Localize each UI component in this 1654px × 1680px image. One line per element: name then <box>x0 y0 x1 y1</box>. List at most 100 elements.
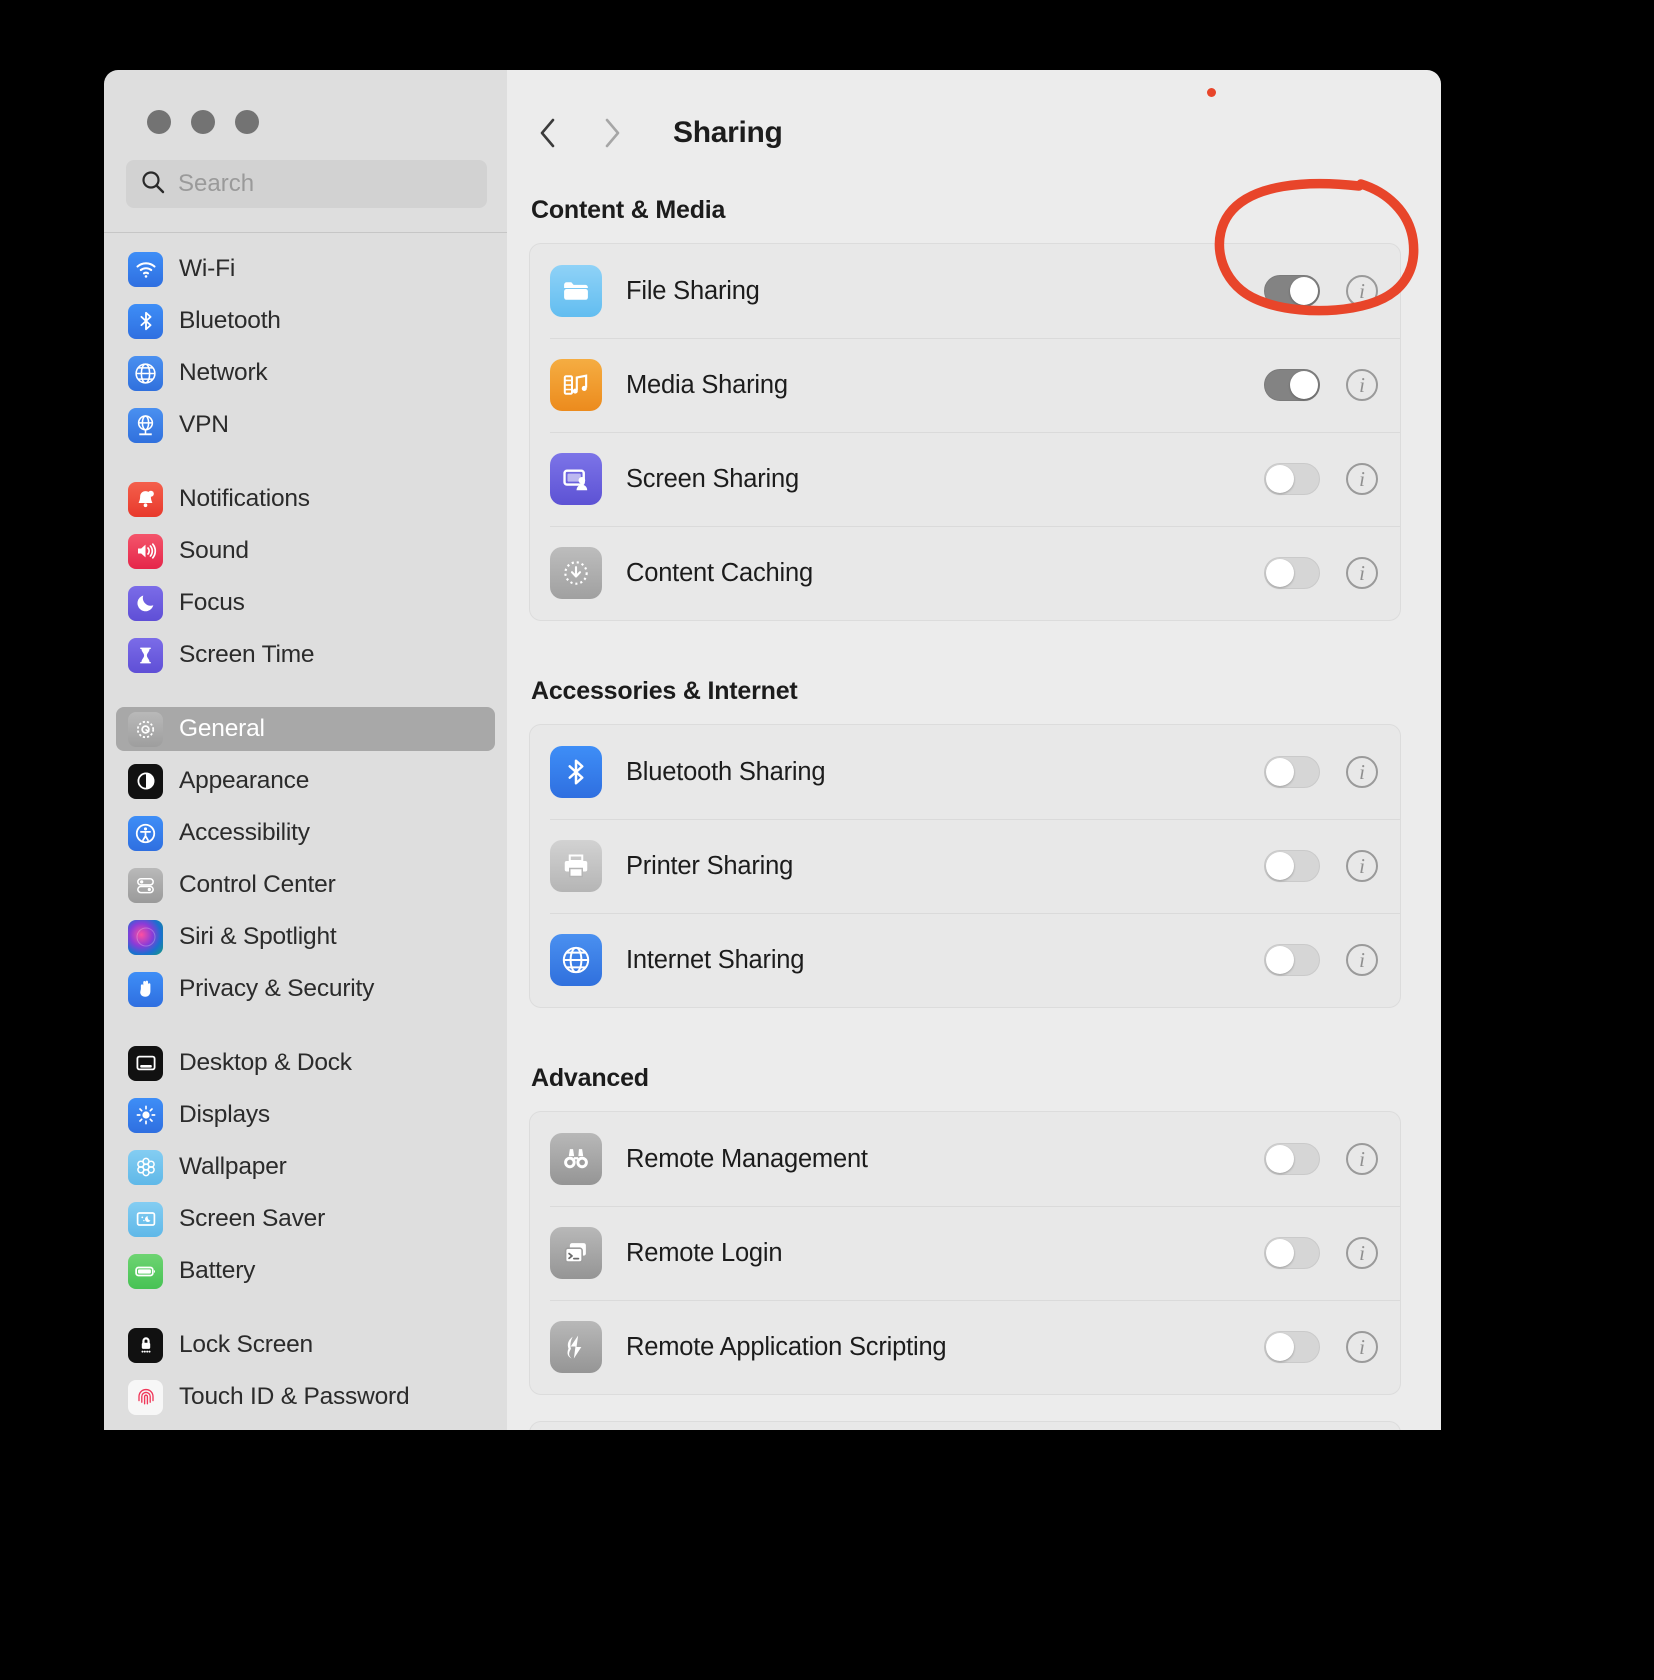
sidebar-item-label: Touch ID & Password <box>179 1383 410 1410</box>
screen-sharing-toggle[interactable] <box>1264 463 1320 495</box>
row-media-sharing[interactable]: Media Sharing i <box>530 338 1400 432</box>
card-accessories-internet: Bluetooth Sharing i Printer Sharing i In… <box>529 724 1401 1008</box>
sidebar-item-battery[interactable]: Battery <box>116 1249 495 1293</box>
sidebar-item-sound[interactable]: Sound <box>116 529 495 573</box>
script-icon <box>550 1321 602 1373</box>
sidebar-item-label: Appearance <box>179 767 310 794</box>
forward-button[interactable] <box>593 111 631 155</box>
sidebar-item-accessibility[interactable]: Accessibility <box>116 811 495 855</box>
control-center-icon <box>128 867 163 903</box>
sidebar-item-focus[interactable]: Focus <box>116 581 495 625</box>
row-content-caching[interactable]: Content Caching i <box>530 526 1400 620</box>
siri-icon <box>128 919 163 955</box>
sidebar-item-screen-saver[interactable]: Screen Saver <box>116 1197 495 1241</box>
bluetooth-sharing-toggle[interactable] <box>1264 756 1320 788</box>
file-sharing-toggle[interactable] <box>1264 275 1320 307</box>
window-traffic-lights <box>104 70 507 134</box>
minimize-button[interactable] <box>191 110 215 134</box>
sidebar-item-wi-fi[interactable]: Wi-Fi <box>116 247 495 291</box>
sidebar-item-displays[interactable]: Displays <box>116 1093 495 1137</box>
remote-application-scripting-toggle[interactable] <box>1264 1331 1320 1363</box>
sidebar-item-bluetooth[interactable]: Bluetooth <box>116 299 495 343</box>
info-button[interactable]: i <box>1346 850 1378 882</box>
brightness-icon <box>128 1097 163 1133</box>
card-content-media: File Sharing i Media Sharing i Screen Sh… <box>529 243 1401 621</box>
globe-icon <box>128 355 163 391</box>
info-button[interactable]: i <box>1346 1237 1378 1269</box>
close-button[interactable] <box>147 110 171 134</box>
sidebar-item-label: Lock Screen <box>179 1331 313 1358</box>
zoom-button[interactable] <box>235 110 259 134</box>
info-button[interactable]: i <box>1346 756 1378 788</box>
sidebar-item-label: Wallpaper <box>179 1153 287 1180</box>
speaker-icon <box>128 533 163 569</box>
row-screen-sharing[interactable]: Screen Sharing i <box>530 432 1400 526</box>
sidebar-item-desktop-and-dock[interactable]: Desktop & Dock <box>116 1041 495 1085</box>
sidebar-group-network: Wi-Fi Bluetooth Network VPN <box>116 247 495 447</box>
fingerprint-icon <box>128 1379 163 1415</box>
info-button[interactable]: i <box>1346 275 1378 307</box>
sidebar-item-label: Displays <box>179 1101 270 1128</box>
vpn-globe-icon <box>128 407 163 443</box>
sidebar-group-security: Lock Screen Touch ID & Password <box>116 1323 495 1419</box>
sidebar-item-appearance[interactable]: Appearance <box>116 759 495 803</box>
sidebar-item-touch-id-and-password[interactable]: Touch ID & Password <box>116 1375 495 1419</box>
info-button[interactable]: i <box>1346 1143 1378 1175</box>
gear-icon <box>128 711 163 747</box>
sidebar-item-network[interactable]: Network <box>116 351 495 395</box>
row-remote-login[interactable]: Remote Login i <box>530 1206 1400 1300</box>
sidebar-item-label: Focus <box>179 589 245 616</box>
row-file-sharing[interactable]: File Sharing i <box>530 244 1400 338</box>
sidebar-item-notifications[interactable]: Notifications <box>116 477 495 521</box>
row-local-hostname[interactable]: Local hostname James-MacBook-Pro.local <box>530 1422 1400 1430</box>
info-button[interactable]: i <box>1346 369 1378 401</box>
row-internet-sharing[interactable]: Internet Sharing i <box>530 913 1400 1007</box>
sidebar-item-label: Screen Saver <box>179 1205 326 1232</box>
row-printer-sharing[interactable]: Printer Sharing i <box>530 819 1400 913</box>
section-heading-accessories-internet: Accessories & Internet <box>531 677 798 705</box>
section-heading-advanced: Advanced <box>531 1064 649 1092</box>
annotation-red-dot <box>1207 88 1216 97</box>
sidebar-item-label: Siri & Spotlight <box>179 923 337 950</box>
remote-management-toggle[interactable] <box>1264 1143 1320 1175</box>
remote-login-toggle[interactable] <box>1264 1237 1320 1269</box>
sidebar-item-control-center[interactable]: Control Center <box>116 863 495 907</box>
sidebar-item-lock-screen[interactable]: Lock Screen <box>116 1323 495 1367</box>
screen-share-icon <box>550 453 602 505</box>
row-label: Bluetooth Sharing <box>626 757 826 786</box>
bluetooth-icon <box>128 303 163 339</box>
row-bluetooth-sharing[interactable]: Bluetooth Sharing i <box>530 725 1400 819</box>
sidebar-item-vpn[interactable]: VPN <box>116 403 495 447</box>
internet-sharing-toggle[interactable] <box>1264 944 1320 976</box>
info-button[interactable]: i <box>1346 1331 1378 1363</box>
search-input[interactable] <box>178 170 473 198</box>
wallpaper-icon <box>128 1149 163 1185</box>
row-label: Content Caching <box>626 558 813 587</box>
sidebar-item-label: Notifications <box>179 485 310 512</box>
row-remote-application-scripting[interactable]: Remote Application Scripting i <box>530 1300 1400 1394</box>
sidebar-item-label: Wi-Fi <box>179 255 236 282</box>
content-caching-toggle[interactable] <box>1264 557 1320 589</box>
sidebar-item-privacy-and-security[interactable]: Privacy & Security <box>116 967 495 1011</box>
row-label: Remote Login <box>626 1238 783 1267</box>
back-button[interactable] <box>529 111 567 155</box>
search-area <box>104 134 507 208</box>
info-button[interactable]: i <box>1346 557 1378 589</box>
search-box[interactable] <box>126 160 487 208</box>
sidebar: Wi-Fi Bluetooth <box>104 70 507 1430</box>
sidebar-item-siri-and-spotlight[interactable]: Siri & Spotlight <box>116 915 495 959</box>
printer-icon <box>550 840 602 892</box>
sidebar-item-label: Network <box>179 359 268 386</box>
sidebar-item-general[interactable]: General <box>116 707 495 751</box>
sidebar-item-wallpaper[interactable]: Wallpaper <box>116 1145 495 1189</box>
bluetooth-icon <box>550 746 602 798</box>
info-button[interactable]: i <box>1346 944 1378 976</box>
row-label: Remote Application Scripting <box>626 1332 947 1361</box>
media-sharing-toggle[interactable] <box>1264 369 1320 401</box>
row-remote-management[interactable]: Remote Management i <box>530 1112 1400 1206</box>
printer-sharing-toggle[interactable] <box>1264 850 1320 882</box>
info-button[interactable]: i <box>1346 463 1378 495</box>
sidebar-item-screen-time[interactable]: Screen Time <box>116 633 495 677</box>
sidebar-nav: Wi-Fi Bluetooth Network VPN Notification… <box>104 233 507 1419</box>
sidebar-item-label: Desktop & Dock <box>179 1049 352 1076</box>
